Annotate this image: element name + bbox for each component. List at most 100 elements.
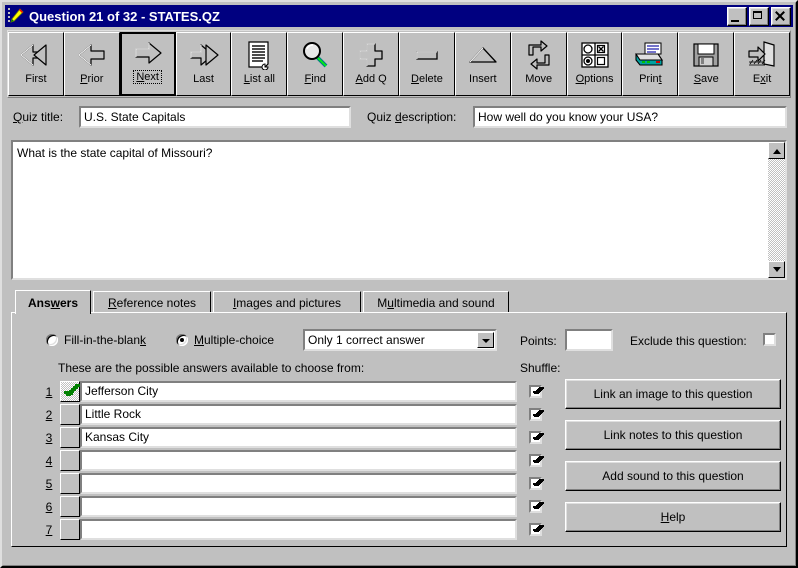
exclude-question-label: Exclude this question: (630, 334, 747, 348)
window-inner-frame: Question 21 of 32 - STATES.QZ First Prio… (2, 2, 796, 566)
answer-text-input[interactable] (80, 473, 517, 494)
toolbar-button-find[interactable]: Find (287, 32, 344, 96)
answer-correct-toggle[interactable] (60, 381, 80, 402)
radio-label-fill-in-the-blank: Fill-in-the-blank (64, 333, 147, 347)
link-notes-button[interactable]: Link notes to this question (565, 420, 781, 450)
help-button[interactable]: Help (565, 502, 781, 532)
scroll-down-arrow-icon[interactable] (768, 261, 785, 278)
answer-number[interactable]: 7 (42, 523, 56, 537)
tab-images-and-pictures[interactable]: Images and pictures (213, 291, 361, 313)
answer-correct-toggle[interactable] (60, 496, 80, 517)
answer-text-input[interactable] (80, 450, 517, 471)
answer-text-input[interactable] (80, 519, 517, 540)
shuffle-checkbox[interactable] (529, 500, 542, 513)
answer-number[interactable]: 3 (42, 431, 56, 445)
toolbar-button-insert[interactable]: Insert (454, 32, 511, 96)
quiz-description-input[interactable]: How well do you know your USA? (473, 106, 787, 128)
toolbar-label-find: Find (304, 73, 326, 85)
answer-number[interactable]: 5 (42, 477, 56, 491)
quiz-title-input[interactable]: U.S. State Capitals (79, 106, 351, 128)
add-sound-button[interactable]: Add sound to this question (565, 461, 781, 491)
correct-answer-mode-value: Only 1 correct answer (308, 333, 425, 347)
minimize-button[interactable] (727, 6, 747, 26)
double-arrow-right-icon (184, 38, 224, 72)
radio-label-multiple-choice: Multiple-choice (194, 333, 275, 347)
exclude-question-checkbox[interactable] (763, 333, 776, 346)
chevron-down-icon[interactable] (477, 332, 494, 348)
arrow-left-icon (75, 38, 109, 72)
answers-panel: Fill-in-the-blank Multiple-choice Only 1… (11, 312, 787, 547)
toolbar-label-exit: Exit (752, 73, 772, 85)
toolbar-button-add-q[interactable]: Add Q (343, 32, 400, 96)
answer-number[interactable]: 1 (42, 385, 56, 399)
floppy-disk-icon (692, 38, 720, 72)
title-bar[interactable]: Question 21 of 32 - STATES.QZ (5, 5, 793, 27)
question-text: What is the state capital of Missouri? (17, 146, 213, 160)
toolbar-button-next[interactable]: Next (119, 32, 176, 96)
answer-text-input[interactable]: Jefferson City (80, 381, 517, 402)
minus-bar-icon (413, 38, 441, 72)
radio-indicator-multiple-choice (176, 334, 188, 346)
toolbar-label-move: Move (525, 73, 553, 85)
question-scrollbar[interactable] (768, 142, 785, 278)
answer-correct-toggle[interactable] (60, 473, 80, 494)
pencil-icon (7, 7, 25, 25)
magnifier-icon (300, 38, 330, 72)
answer-correct-toggle[interactable] (60, 427, 80, 448)
shuffle-checkbox[interactable] (529, 431, 542, 444)
close-button[interactable] (771, 6, 791, 26)
document-list-icon (244, 38, 274, 72)
toolbar-label-print: Print (639, 73, 662, 85)
tab-reference-notes[interactable]: Reference notes (93, 291, 211, 313)
toolbar-button-exit[interactable]: Exit (734, 32, 791, 96)
toolbar-label-save: Save (693, 73, 719, 85)
answer-correct-toggle[interactable] (60, 450, 80, 471)
answer-number[interactable]: 4 (42, 454, 56, 468)
shuffle-checkbox[interactable] (529, 385, 542, 398)
correct-answer-mode-select[interactable]: Only 1 correct answer (303, 329, 497, 351)
toolbar-label-insert: Insert (469, 73, 497, 85)
shuffle-checkbox[interactable] (529, 454, 542, 467)
points-input[interactable] (565, 329, 613, 351)
toolbar-label-next: Next (133, 70, 162, 84)
arrow-right-icon (131, 36, 165, 70)
toolbar-button-save[interactable]: Save (678, 32, 735, 96)
answer-correct-toggle[interactable] (60, 519, 80, 540)
exit-door-icon (747, 38, 777, 72)
toolbar-label-list-all: List all (243, 73, 275, 85)
tab-answers[interactable]: Ans w ers (15, 290, 91, 314)
answer-text-input[interactable] (80, 496, 517, 517)
options-grid-icon (580, 38, 610, 72)
answer-text-input[interactable]: Kansas City (80, 427, 517, 448)
scrollbar-track[interactable] (768, 159, 785, 261)
toolbar-label-add-q: Add Q (355, 73, 387, 85)
answer-correct-toggle[interactable] (60, 404, 80, 425)
toolbar-button-last[interactable]: Last (175, 32, 232, 96)
toolbar-button-print[interactable]: Print (622, 32, 679, 96)
double-arrow-left-icon (16, 38, 56, 72)
toolbar-button-first[interactable]: First (8, 32, 64, 96)
answer-number[interactable]: 2 (42, 408, 56, 422)
maximize-button[interactable] (749, 6, 769, 26)
toolbar-button-list-all[interactable]: List all (231, 32, 288, 96)
radio-fill-in-the-blank[interactable]: Fill-in-the-blank (46, 333, 146, 347)
answer-number[interactable]: 6 (42, 500, 56, 514)
application-window: Question 21 of 32 - STATES.QZ First Prio… (0, 0, 798, 568)
shuffle-checkbox[interactable] (529, 477, 542, 490)
shuffle-checkbox[interactable] (529, 523, 542, 536)
toolbar-button-prior[interactable]: Prior (63, 32, 120, 96)
scroll-up-arrow-icon[interactable] (768, 142, 785, 159)
toolbar-button-move[interactable]: Move (510, 32, 567, 96)
answer-text-input[interactable]: Little Rock (80, 404, 517, 425)
tab-multimedia-and-sound[interactable]: Mu ltimedia and sound (363, 291, 509, 313)
toolbar-button-options[interactable]: Options (566, 32, 623, 96)
toolbar-label-options: Options (575, 73, 614, 85)
triangle-up-icon (467, 38, 499, 72)
question-text-area[interactable]: What is the state capital of Missouri? (11, 140, 787, 280)
link-image-button[interactable]: Link an image to this question (565, 379, 781, 409)
toolbar-label-prior: Prior (80, 73, 104, 85)
radio-multiple-choice[interactable]: Multiple-choice (176, 333, 274, 347)
toolbar-button-delete[interactable]: Delete (399, 32, 455, 96)
shuffle-checkbox[interactable] (529, 408, 542, 421)
answers-caption: These are the possible answers available… (58, 361, 365, 375)
